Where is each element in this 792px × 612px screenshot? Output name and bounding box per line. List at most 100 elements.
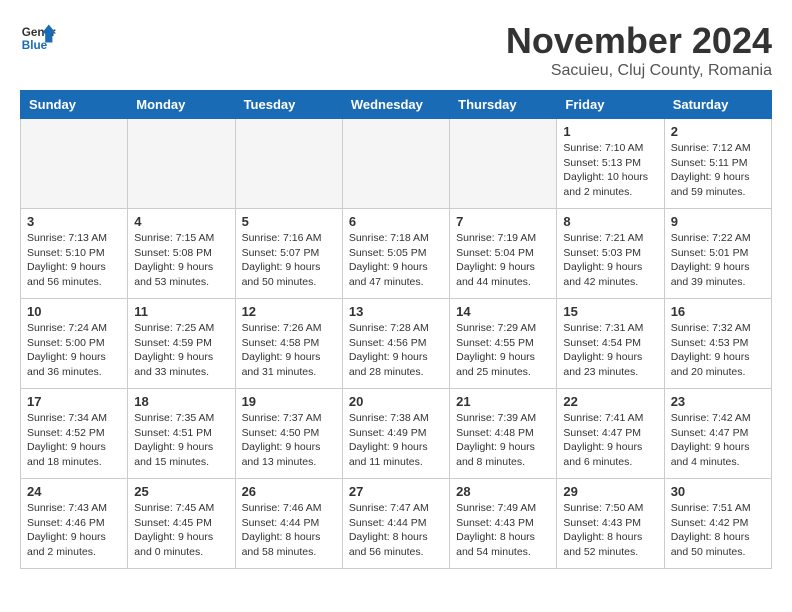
page-header: General Blue November 2024 Sacuieu, Cluj…: [20, 20, 772, 80]
calendar-week-row: 3Sunrise: 7:13 AM Sunset: 5:10 PM Daylig…: [21, 209, 772, 299]
day-number: 20: [349, 394, 443, 409]
day-info: Sunrise: 7:31 AM Sunset: 4:54 PM Dayligh…: [563, 321, 657, 380]
day-number: 19: [242, 394, 336, 409]
day-info: Sunrise: 7:28 AM Sunset: 4:56 PM Dayligh…: [349, 321, 443, 380]
calendar-header-wednesday: Wednesday: [342, 91, 449, 119]
day-number: 22: [563, 394, 657, 409]
day-info: Sunrise: 7:13 AM Sunset: 5:10 PM Dayligh…: [27, 231, 121, 290]
day-number: 25: [134, 484, 228, 499]
day-number: 13: [349, 304, 443, 319]
day-info: Sunrise: 7:38 AM Sunset: 4:49 PM Dayligh…: [349, 411, 443, 470]
calendar-cell: 17 Sunrise: 7:34 AM Sunset: 4:52 PM Dayli…: [21, 389, 128, 479]
calendar-header-monday: Monday: [128, 91, 235, 119]
calendar-cell: 25 Sunrise: 7:45 AM Sunset: 4:45 PM Dayli…: [128, 479, 235, 569]
calendar-cell: 4Sunrise: 7:15 AM Sunset: 5:08 PM Daylig…: [128, 209, 235, 299]
calendar-cell: 15 Sunrise: 7:31 AM Sunset: 4:54 PM Dayli…: [557, 299, 664, 389]
day-number: 4: [134, 214, 228, 229]
calendar-cell: 20 Sunrise: 7:38 AM Sunset: 4:49 PM Dayli…: [342, 389, 449, 479]
day-number: 21: [456, 394, 550, 409]
calendar-header-tuesday: Tuesday: [235, 91, 342, 119]
day-info: Sunrise: 7:32 AM Sunset: 4:53 PM Dayligh…: [671, 321, 765, 380]
calendar-cell: 19 Sunrise: 7:37 AM Sunset: 4:50 PM Dayli…: [235, 389, 342, 479]
calendar-cell: [235, 119, 342, 209]
calendar-header-thursday: Thursday: [450, 91, 557, 119]
day-number: 9: [671, 214, 765, 229]
svg-text:Blue: Blue: [22, 39, 48, 52]
day-info: Sunrise: 7:43 AM Sunset: 4:46 PM Dayligh…: [27, 501, 121, 560]
day-number: 15: [563, 304, 657, 319]
calendar-cell: 23 Sunrise: 7:42 AM Sunset: 4:47 PM Dayli…: [664, 389, 771, 479]
logo-icon: General Blue: [20, 20, 56, 56]
calendar-cell: 16 Sunrise: 7:32 AM Sunset: 4:53 PM Dayli…: [664, 299, 771, 389]
calendar-cell: 21 Sunrise: 7:39 AM Sunset: 4:48 PM Dayli…: [450, 389, 557, 479]
calendar-cell: 22Sunrise: 7:41 AM Sunset: 4:47 PM Dayli…: [557, 389, 664, 479]
calendar-cell: 26 Sunrise: 7:46 AM Sunset: 4:44 PM Dayli…: [235, 479, 342, 569]
calendar-header-friday: Friday: [557, 91, 664, 119]
calendar-header-sunday: Sunday: [21, 91, 128, 119]
calendar-cell: 6Sunrise: 7:18 AM Sunset: 5:05 PM Daylig…: [342, 209, 449, 299]
calendar-week-row: 24 Sunrise: 7:43 AM Sunset: 4:46 PM Dayli…: [21, 479, 772, 569]
day-number: 12: [242, 304, 336, 319]
day-number: 16: [671, 304, 765, 319]
day-info: Sunrise: 7:51 AM Sunset: 4:42 PM Dayligh…: [671, 501, 765, 560]
calendar-cell: 30 Sunrise: 7:51 AM Sunset: 4:42 PM Dayli…: [664, 479, 771, 569]
day-info: Sunrise: 7:34 AM Sunset: 4:52 PM Dayligh…: [27, 411, 121, 470]
day-info: Sunrise: 7:35 AM Sunset: 4:51 PM Dayligh…: [134, 411, 228, 470]
calendar-cell: 7 Sunrise: 7:19 AM Sunset: 5:04 PM Daylig…: [450, 209, 557, 299]
calendar-cell: 8 Sunrise: 7:21 AM Sunset: 5:03 PM Daylig…: [557, 209, 664, 299]
day-number: 11: [134, 304, 228, 319]
calendar-cell: 5 Sunrise: 7:16 AM Sunset: 5:07 PM Daylig…: [235, 209, 342, 299]
calendar-cell: 29Sunrise: 7:50 AM Sunset: 4:43 PM Dayli…: [557, 479, 664, 569]
day-info: Sunrise: 7:12 AM Sunset: 5:11 PM Dayligh…: [671, 141, 765, 200]
calendar-week-row: 17 Sunrise: 7:34 AM Sunset: 4:52 PM Dayli…: [21, 389, 772, 479]
day-number: 26: [242, 484, 336, 499]
day-number: 2: [671, 124, 765, 139]
day-number: 5: [242, 214, 336, 229]
day-number: 29: [563, 484, 657, 499]
calendar-cell: [128, 119, 235, 209]
calendar-cell: 18 Sunrise: 7:35 AM Sunset: 4:51 PM Dayli…: [128, 389, 235, 479]
calendar-table: SundayMondayTuesdayWednesdayThursdayFrid…: [20, 90, 772, 569]
day-info: Sunrise: 7:10 AM Sunset: 5:13 PM Dayligh…: [563, 141, 657, 200]
title-section: November 2024 Sacuieu, Cluj County, Roma…: [506, 20, 772, 80]
day-info: Sunrise: 7:37 AM Sunset: 4:50 PM Dayligh…: [242, 411, 336, 470]
month-title: November 2024: [506, 20, 772, 62]
day-info: Sunrise: 7:39 AM Sunset: 4:48 PM Dayligh…: [456, 411, 550, 470]
day-info: Sunrise: 7:25 AM Sunset: 4:59 PM Dayligh…: [134, 321, 228, 380]
day-info: Sunrise: 7:26 AM Sunset: 4:58 PM Dayligh…: [242, 321, 336, 380]
day-number: 14: [456, 304, 550, 319]
day-info: Sunrise: 7:21 AM Sunset: 5:03 PM Dayligh…: [563, 231, 657, 290]
day-number: 7: [456, 214, 550, 229]
day-number: 23: [671, 394, 765, 409]
day-number: 8: [563, 214, 657, 229]
calendar-week-row: 10Sunrise: 7:24 AM Sunset: 5:00 PM Dayli…: [21, 299, 772, 389]
day-info: Sunrise: 7:42 AM Sunset: 4:47 PM Dayligh…: [671, 411, 765, 470]
day-number: 24: [27, 484, 121, 499]
day-number: 18: [134, 394, 228, 409]
day-info: Sunrise: 7:46 AM Sunset: 4:44 PM Dayligh…: [242, 501, 336, 560]
calendar-cell: 24 Sunrise: 7:43 AM Sunset: 4:46 PM Dayli…: [21, 479, 128, 569]
day-info: Sunrise: 7:24 AM Sunset: 5:00 PM Dayligh…: [27, 321, 121, 380]
day-info: Sunrise: 7:45 AM Sunset: 4:45 PM Dayligh…: [134, 501, 228, 560]
calendar-cell: 11 Sunrise: 7:25 AM Sunset: 4:59 PM Dayli…: [128, 299, 235, 389]
day-info: Sunrise: 7:19 AM Sunset: 5:04 PM Dayligh…: [456, 231, 550, 290]
day-info: Sunrise: 7:16 AM Sunset: 5:07 PM Dayligh…: [242, 231, 336, 290]
calendar-cell: 27 Sunrise: 7:47 AM Sunset: 4:44 PM Dayli…: [342, 479, 449, 569]
calendar-cell: 28 Sunrise: 7:49 AM Sunset: 4:43 PM Dayli…: [450, 479, 557, 569]
calendar-cell: 13 Sunrise: 7:28 AM Sunset: 4:56 PM Dayli…: [342, 299, 449, 389]
day-number: 17: [27, 394, 121, 409]
calendar-cell: [450, 119, 557, 209]
day-number: 27: [349, 484, 443, 499]
calendar-cell: 10Sunrise: 7:24 AM Sunset: 5:00 PM Dayli…: [21, 299, 128, 389]
day-number: 28: [456, 484, 550, 499]
calendar-header-saturday: Saturday: [664, 91, 771, 119]
day-number: 6: [349, 214, 443, 229]
calendar-cell: 1Sunrise: 7:10 AM Sunset: 5:13 PM Daylig…: [557, 119, 664, 209]
calendar-cell: [342, 119, 449, 209]
day-info: Sunrise: 7:29 AM Sunset: 4:55 PM Dayligh…: [456, 321, 550, 380]
calendar-week-row: 1Sunrise: 7:10 AM Sunset: 5:13 PM Daylig…: [21, 119, 772, 209]
day-info: Sunrise: 7:49 AM Sunset: 4:43 PM Dayligh…: [456, 501, 550, 560]
day-info: Sunrise: 7:47 AM Sunset: 4:44 PM Dayligh…: [349, 501, 443, 560]
calendar-cell: 3Sunrise: 7:13 AM Sunset: 5:10 PM Daylig…: [21, 209, 128, 299]
day-number: 30: [671, 484, 765, 499]
